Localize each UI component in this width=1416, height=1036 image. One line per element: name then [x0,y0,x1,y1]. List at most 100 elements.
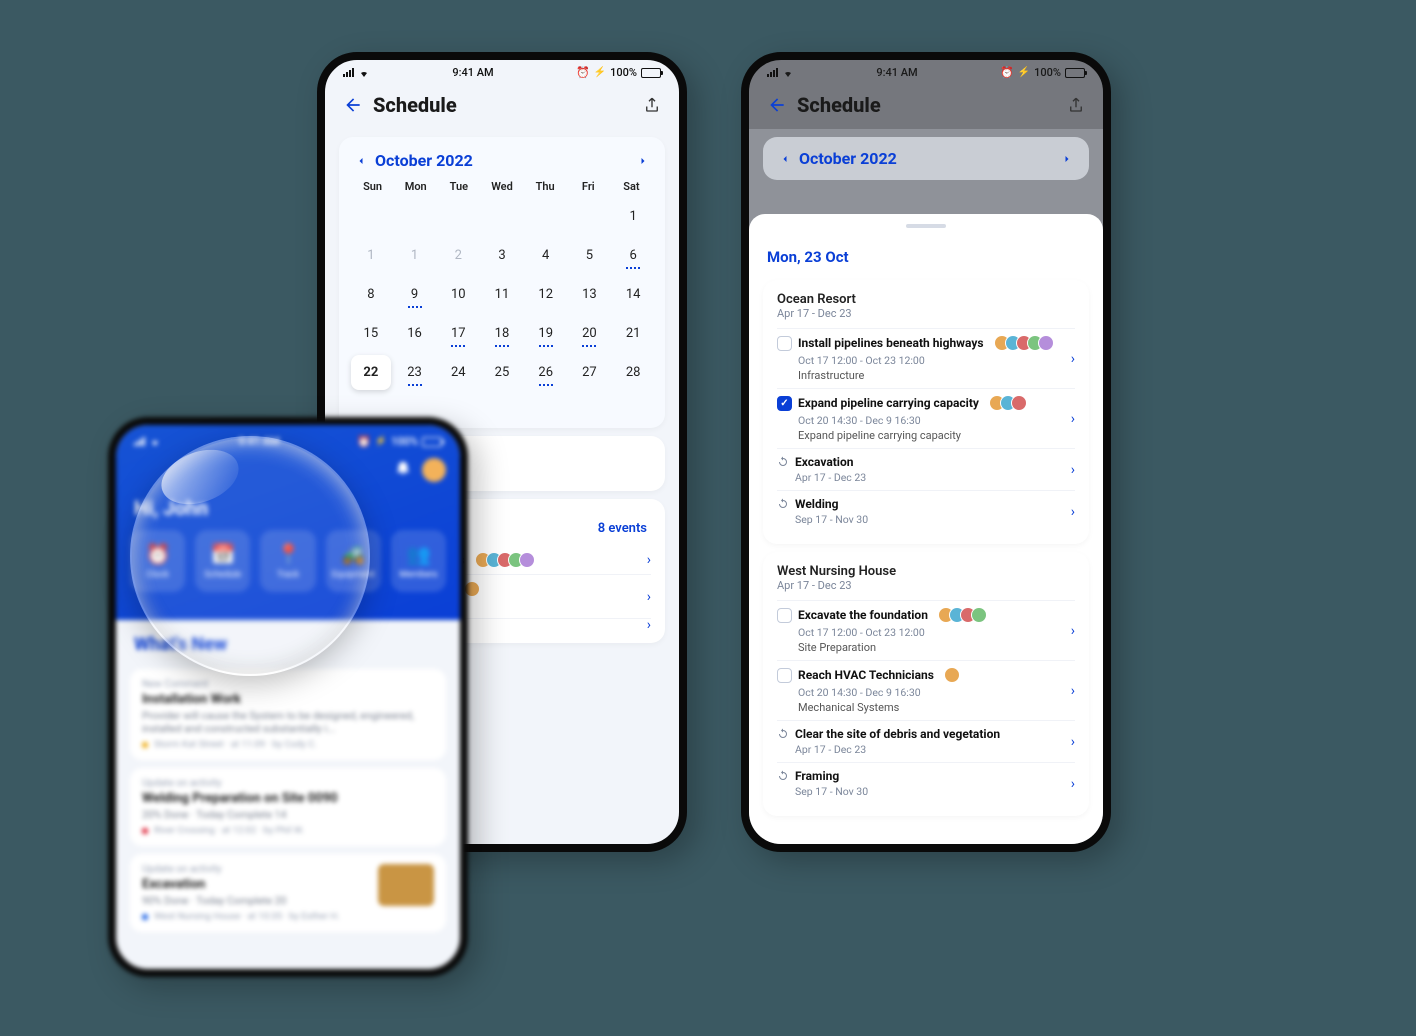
day-cell[interactable]: 8 [351,277,391,312]
day-cell[interactable] [526,394,566,414]
day-cell[interactable]: 3 [482,238,522,273]
status-time: 9:41 AM [876,66,917,79]
day-cell[interactable] [351,199,391,234]
day-cell[interactable]: 20 [570,316,610,351]
day-cell[interactable] [438,199,478,234]
chevron-right-icon [637,155,649,167]
feed-card[interactable]: New Comment Installation Work Provider w… [130,669,446,760]
feed-card[interactable]: Update on activity Welding Preparation o… [130,768,446,846]
nav-tiles: ⏰ Clock 📅 Schedule 📍 Track 🚜 Equipment 👥… [116,530,460,592]
wifi-icon [358,67,370,79]
month-label[interactable]: October 2022 [799,149,897,168]
nav-tile-track[interactable]: 📍 Track [260,530,315,592]
back-arrow-icon[interactable] [767,95,787,115]
day-cell[interactable]: 14 [613,277,653,312]
day-cell[interactable] [438,394,478,414]
day-cell[interactable]: 12 [526,277,566,312]
day-cell[interactable]: 16 [395,316,435,351]
page-header: Schedule [749,81,1103,129]
day-cell[interactable]: 22 [351,355,391,390]
subtask-item[interactable]: Framing Sep 17 - Nov 30 › [777,762,1075,804]
day-cell[interactable] [570,199,610,234]
task-item[interactable]: Expand pipeline carrying capacity Oct 20… [777,388,1075,448]
chevron-right-icon: › [1071,351,1075,367]
subtask-item[interactable]: Excavation Apr 17 - Dec 23 › [777,448,1075,490]
day-cell[interactable]: 6 [613,238,653,273]
subtask-dates: Apr 17 - Dec 23 [795,743,1075,756]
day-cell[interactable]: 23 [395,355,435,390]
day-cell[interactable]: 2 [438,238,478,273]
tile-label: Equipment [332,570,375,580]
battery-icon [422,437,442,447]
day-cell[interactable] [351,394,391,414]
feed-card[interactable]: Update on activity Excavation 90% Done ·… [130,854,446,932]
day-cell[interactable]: 5 [570,238,610,273]
subtask-item[interactable]: Welding Sep 17 - Nov 30 › [777,490,1075,532]
day-cell[interactable]: 21 [613,316,653,351]
day-cell[interactable] [395,199,435,234]
alarm-icon: ⏰ [1000,66,1014,79]
prev-month-button[interactable] [355,155,367,167]
next-month-button[interactable] [1061,153,1073,165]
day-cell[interactable] [482,199,522,234]
day-cell[interactable]: 4 [526,238,566,273]
task-checkbox[interactable] [777,396,792,411]
day-cell[interactable] [395,394,435,414]
nav-tile-schedule[interactable]: 📅 Schedule [195,530,250,592]
nav-tile-clock[interactable]: ⏰ Clock [130,530,185,592]
subtask-item[interactable]: Clear the site of debris and vegetation … [777,720,1075,762]
recurring-icon [777,770,789,782]
prev-month-button[interactable] [779,153,791,165]
bell-icon[interactable] [394,458,412,476]
members-icon: 👥 [406,542,430,566]
day-cell[interactable]: 17 [438,316,478,351]
bluetooth-icon: ⚡ [375,436,387,447]
task-checkbox[interactable] [777,336,792,351]
back-arrow-icon[interactable] [343,95,363,115]
equipment-icon: 🚜 [341,542,365,566]
day-cell[interactable]: 11 [482,277,522,312]
task-category: Site Preparation [798,641,1075,654]
day-cell[interactable]: 15 [351,316,391,351]
share-icon[interactable] [1067,96,1085,114]
day-cell[interactable] [482,394,522,414]
day-cell[interactable]: 10 [438,277,478,312]
day-cell[interactable]: 1 [351,238,391,273]
subtask-title: Clear the site of debris and vegetation [795,727,1000,741]
month-label[interactable]: October 2022 [375,151,473,170]
day-cell[interactable]: 26 [526,355,566,390]
day-cell[interactable]: 25 [482,355,522,390]
tile-label: Schedule [204,570,241,580]
avatar[interactable] [422,458,446,482]
day-cell[interactable]: 24 [438,355,478,390]
task-item[interactable]: Reach HVAC Technicians Oct 20 14:30 - De… [777,660,1075,720]
day-cell[interactable]: 13 [570,277,610,312]
nav-tile-members[interactable]: 👥 Members [391,530,446,592]
battery-percent: 100% [391,435,418,448]
task-checkbox[interactable] [777,608,792,623]
task-item[interactable]: Excavate the foundation Oct 17 12:00 - O… [777,600,1075,660]
day-cell[interactable]: 9 [395,277,435,312]
day-cell[interactable]: 1 [395,238,435,273]
day-cell[interactable]: 1 [613,199,653,234]
subtask-dates: Sep 17 - Nov 30 [795,513,1075,526]
day-cell[interactable] [613,394,653,414]
day-cell[interactable]: 28 [613,355,653,390]
next-month-button[interactable] [637,155,649,167]
day-cell[interactable] [526,199,566,234]
day-cell[interactable]: 18 [482,316,522,351]
chevron-right-icon: › [1071,683,1075,699]
share-icon[interactable] [643,96,661,114]
task-checkbox[interactable] [777,668,792,683]
nav-tile-equipment[interactable]: 🚜 Equipment [326,530,381,592]
project-dates: Apr 17 - Dec 23 [777,307,1075,320]
status-time: 9:41 AM [238,435,279,448]
days-grid[interactable]: 1112345689101112131415161718192021222324… [351,199,653,414]
day-cell[interactable] [570,394,610,414]
day-cell[interactable]: 27 [570,355,610,390]
task-category: Expand pipeline carrying capacity [798,429,1075,442]
sheet-handle[interactable] [906,224,946,228]
events-count[interactable]: 8 events [598,521,647,536]
day-cell[interactable]: 19 [526,316,566,351]
task-item[interactable]: Install pipelines beneath highways Oct 1… [777,328,1075,388]
